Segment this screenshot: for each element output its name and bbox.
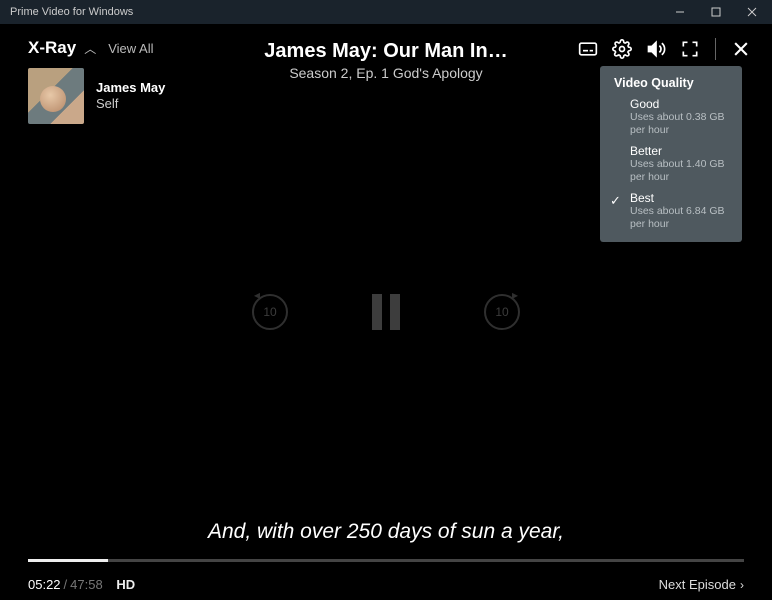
xray-label[interactable]: X-Ray	[28, 38, 76, 58]
actor-name: James May	[96, 80, 165, 96]
chevron-up-icon[interactable]: ︿	[84, 40, 96, 57]
show-title: James May: Our Man In…	[264, 40, 507, 63]
episode-subtitle: Season 2, Ep. 1 God's Apology	[264, 65, 507, 81]
xray-panel: X-Ray ︿ View All James May Self	[28, 38, 165, 124]
progress-fill	[28, 559, 108, 562]
video-quality-popover: Video Quality Good Uses about 0.38 GB pe…	[600, 66, 742, 242]
title-block: James May: Our Man In… Season 2, Ep. 1 G…	[264, 40, 507, 81]
gear-icon[interactable]	[611, 38, 633, 60]
subtitle-text: And, with over 250 days of sun a year,	[0, 520, 772, 544]
window-title: Prime Video for Windows	[10, 6, 133, 18]
time-current: 05:22	[28, 577, 61, 592]
xray-view-all[interactable]: View All	[108, 41, 153, 56]
maximize-button[interactable]	[700, 0, 732, 24]
quality-option-better[interactable]: Better Uses about 1.40 GB per hour	[600, 141, 742, 188]
skip-forward-button[interactable]: ▸ 10	[480, 290, 524, 334]
time-separator: /	[64, 577, 68, 592]
quality-option-good[interactable]: Good Uses about 0.38 GB per hour	[600, 94, 742, 141]
skip-back-button[interactable]: ▸ 10	[248, 290, 292, 334]
video-player[interactable]: X-Ray ︿ View All James May Self	[0, 24, 772, 600]
hd-badge: HD	[116, 577, 135, 592]
progress-bar[interactable]	[28, 559, 744, 562]
time-duration: 47:58	[70, 577, 103, 592]
window-controls	[664, 0, 768, 24]
chevron-right-icon: ›	[740, 578, 744, 592]
quality-option-best[interactable]: Best Uses about 6.84 GB per hour	[600, 188, 742, 235]
volume-icon[interactable]	[645, 38, 667, 60]
actor-thumbnail	[28, 68, 84, 124]
bottom-bar: 05:22/47:58 HD Next Episode ›	[28, 577, 744, 592]
window-titlebar: Prime Video for Windows	[0, 0, 772, 24]
close-player-icon[interactable]	[730, 38, 752, 60]
center-controls: ▸ 10 ▸ 10	[248, 290, 524, 334]
subtitles-icon[interactable]	[577, 38, 599, 60]
actor-role: Self	[96, 96, 165, 112]
minimize-button[interactable]	[664, 0, 696, 24]
next-episode-button[interactable]: Next Episode ›	[659, 577, 744, 592]
quality-title: Video Quality	[600, 76, 742, 94]
fullscreen-icon[interactable]	[679, 38, 701, 60]
divider	[715, 38, 716, 60]
pause-button[interactable]	[372, 294, 400, 330]
xray-actor-item[interactable]: James May Self	[28, 68, 165, 124]
window-close-button[interactable]	[736, 0, 768, 24]
player-top-controls	[577, 38, 752, 60]
